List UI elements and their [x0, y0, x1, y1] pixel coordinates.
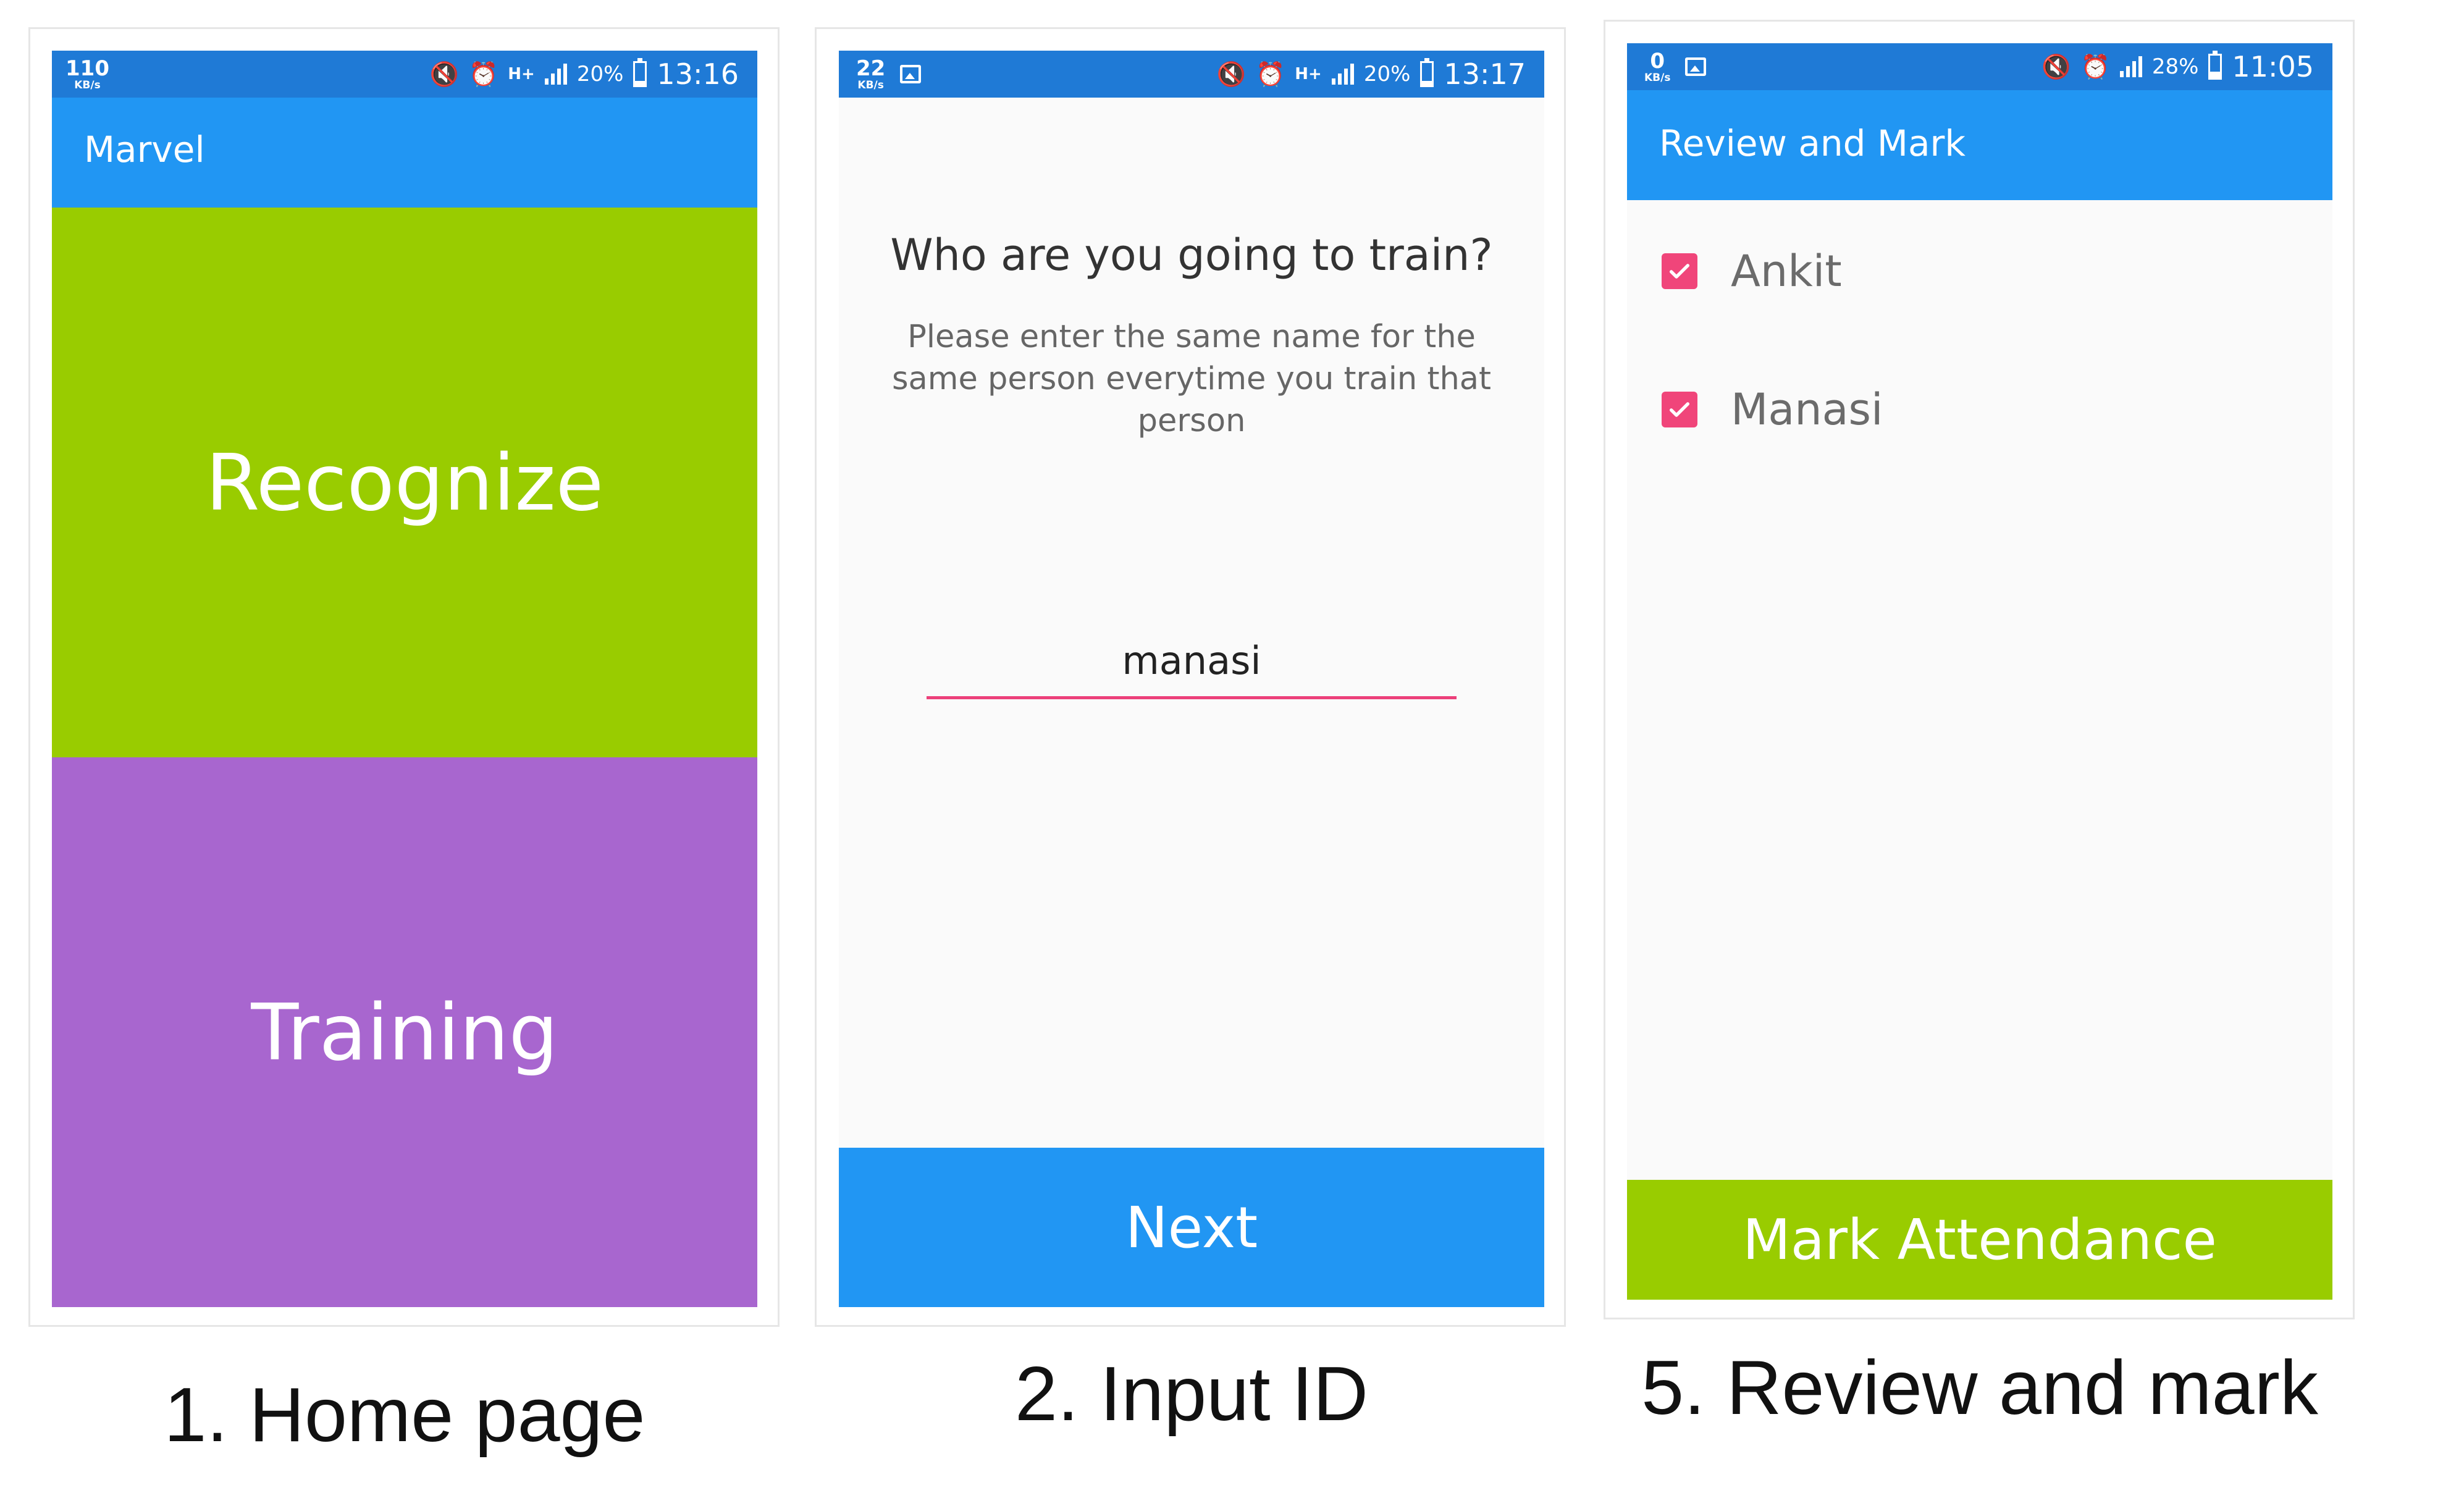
- app-bar: Review and Mark: [1627, 90, 2332, 200]
- hplus-data-icon: H+: [508, 65, 535, 83]
- training-label: Training: [251, 986, 558, 1078]
- speed-unit: KB/s: [74, 78, 101, 91]
- mute-vibrate-icon: 🔇: [1216, 61, 1246, 88]
- speed-unit: KB/s: [857, 78, 884, 91]
- mute-vibrate-icon: 🔇: [2041, 53, 2071, 80]
- network-speed: 22 KB/s: [856, 58, 885, 91]
- list-item-label: Ankit: [1731, 246, 1842, 297]
- question-heading: Who are you going to train?: [890, 230, 1493, 280]
- app-bar: Marvel: [52, 98, 757, 208]
- battery-icon: [1420, 58, 1434, 87]
- next-button[interactable]: Next: [839, 1148, 1544, 1307]
- alarm-icon: ⏰: [2080, 53, 2110, 80]
- checkbox-ankit[interactable]: [1662, 253, 1697, 289]
- review-screen: 0 KB/s 🔇 ⏰ 28% 11:05 Review and Mark Ank…: [1627, 43, 2332, 1300]
- speed-value: 0: [1650, 48, 1665, 74]
- image-icon: [900, 65, 922, 83]
- mark-attendance-label: Mark Attendance: [1743, 1207, 2217, 1273]
- training-tile[interactable]: Training: [52, 757, 757, 1307]
- app-title: Marvel: [84, 128, 205, 170]
- mark-attendance-button[interactable]: Mark Attendance: [1627, 1180, 2332, 1300]
- caption-input-id: 2. Input ID: [1014, 1352, 1369, 1437]
- alarm-icon: ⏰: [1255, 61, 1285, 88]
- caption-home-page: 1. Home page: [164, 1373, 645, 1458]
- network-speed: 110 KB/s: [65, 58, 109, 91]
- image-icon: [1685, 57, 1707, 76]
- network-speed: 0 KB/s: [1644, 51, 1670, 83]
- signal-icon: [544, 64, 567, 85]
- battery-percent: 28%: [2151, 54, 2199, 79]
- list-item[interactable]: Ankit: [1662, 246, 1842, 297]
- status-bar: 22 KB/s 🔇 ⏰ H+ 20% 13:17: [839, 51, 1544, 98]
- caption-review-and-mark: 5. Review and mark: [1641, 1345, 2318, 1431]
- question-hint: Please enter the same name for the same …: [891, 319, 1492, 439]
- battery-icon: [633, 58, 647, 87]
- battery-percent: 20%: [1363, 62, 1411, 86]
- checkbox-manasi[interactable]: [1662, 392, 1697, 427]
- list-item-label: Manasi: [1731, 384, 1883, 435]
- home-screen: 110 KB/s 🔇 ⏰ H+ 20% 13:16 Marvel Recogni…: [52, 51, 757, 1307]
- clock: 13:16: [657, 57, 739, 91]
- name-input[interactable]: [927, 634, 1457, 699]
- hplus-data-icon: H+: [1295, 65, 1322, 83]
- clock: 11:05: [2232, 50, 2314, 83]
- recognize-label: Recognize: [205, 437, 604, 528]
- recognize-tile[interactable]: Recognize: [52, 208, 757, 757]
- battery-fill: [635, 80, 645, 85]
- next-label: Next: [1125, 1194, 1258, 1261]
- mute-vibrate-icon: 🔇: [429, 61, 459, 88]
- speed-unit: KB/s: [1644, 71, 1671, 84]
- speed-value: 22: [856, 56, 886, 81]
- signal-icon: [2119, 56, 2142, 77]
- checkmark-icon: [1670, 402, 1689, 417]
- clock: 13:17: [1444, 57, 1526, 91]
- signal-icon: [1331, 64, 1354, 85]
- battery-fill: [1422, 80, 1432, 85]
- battery-icon: [2208, 51, 2222, 80]
- status-bar: 110 KB/s 🔇 ⏰ H+ 20% 13:16: [52, 51, 757, 98]
- status-bar: 0 KB/s 🔇 ⏰ 28% 11:05: [1627, 43, 2332, 90]
- speed-value: 110: [65, 56, 109, 81]
- battery-percent: 20%: [576, 62, 624, 86]
- checkmark-icon: [1670, 264, 1689, 279]
- battery-fill: [2210, 71, 2221, 78]
- list-item[interactable]: Manasi: [1662, 384, 1883, 435]
- alarm-icon: ⏰: [468, 61, 498, 88]
- input-screen: 22 KB/s 🔇 ⏰ H+ 20% 13:17 Who are you goi…: [839, 51, 1544, 1307]
- app-title: Review and Mark: [1659, 122, 1966, 164]
